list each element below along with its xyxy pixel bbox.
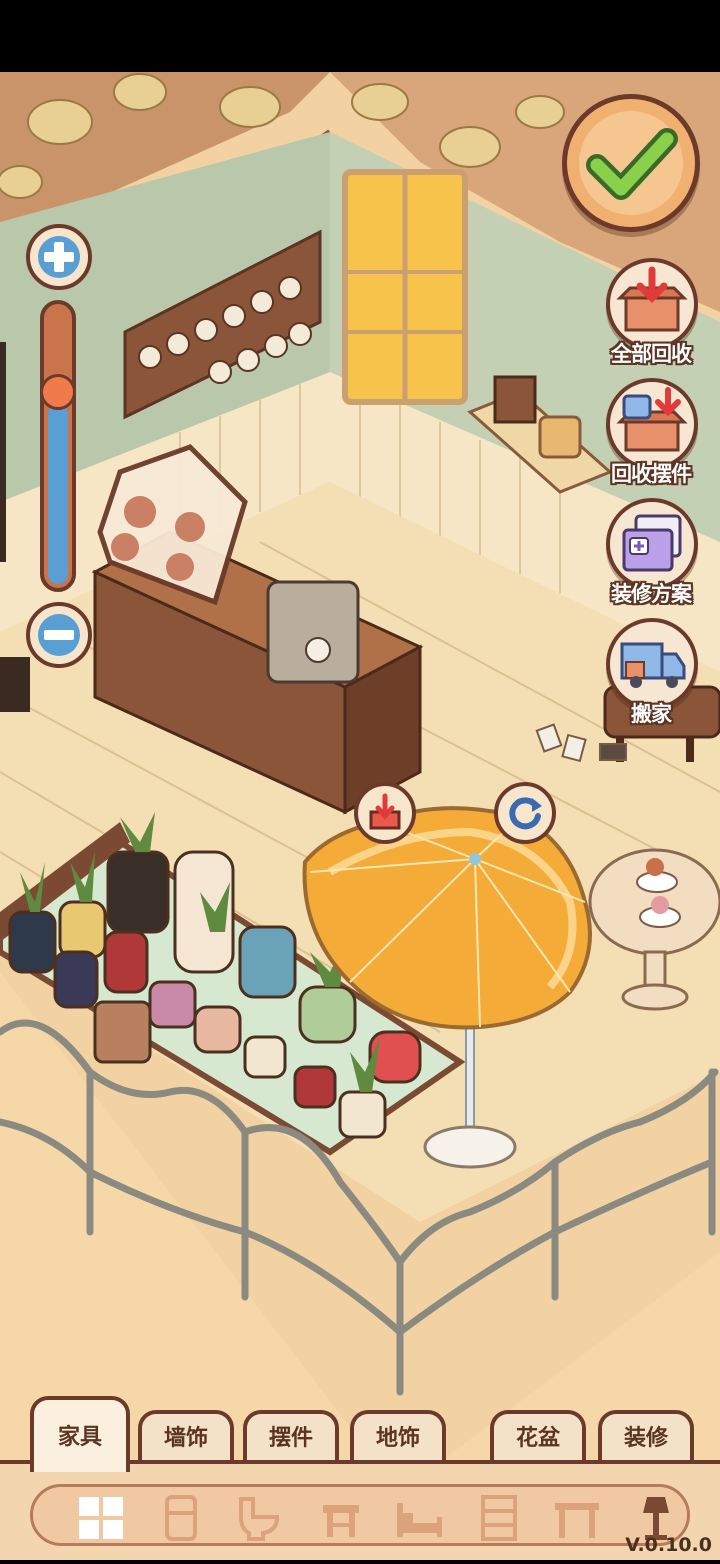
recycle-all-label: 全部回收	[611, 342, 692, 366]
version-label: V.0.10.0	[625, 1534, 712, 1556]
confirm-button[interactable]	[562, 94, 700, 232]
store-item-icon	[369, 793, 401, 830]
recycle-all-button[interactable]	[606, 258, 698, 350]
zoom-slider-handle[interactable]	[40, 374, 76, 410]
rotate-item-button[interactable]	[494, 782, 556, 844]
toilet-icon[interactable]	[233, 1495, 285, 1541]
desk-icon[interactable]	[551, 1495, 603, 1541]
box-download-icon	[616, 266, 688, 332]
plan-cards-icon	[622, 514, 682, 572]
category-bar	[30, 1484, 690, 1546]
cup-box-icon	[616, 387, 688, 452]
store-item-button[interactable]	[354, 782, 416, 844]
recycle-decor-button[interactable]	[606, 378, 698, 470]
decor-plan-label: 装修方案	[611, 582, 692, 606]
zoom-slider-track[interactable]	[40, 300, 76, 592]
zoom-in-button[interactable]	[26, 224, 92, 290]
plus-icon	[38, 236, 80, 278]
tab-furniture[interactable]: 家具	[30, 1396, 130, 1472]
recycle-decor-label: 回收摆件	[611, 462, 692, 486]
category-panel: V.0.10.0	[0, 1460, 720, 1560]
zoom-out-button[interactable]	[26, 602, 92, 668]
move-house-label: 搬家	[631, 702, 672, 726]
moving-truck-icon	[620, 642, 686, 688]
move-house-button[interactable]	[606, 618, 698, 710]
fridge-icon[interactable]	[155, 1495, 207, 1541]
cabinet-icon[interactable]	[473, 1495, 525, 1541]
decor-plan-button[interactable]	[606, 498, 698, 590]
minus-icon	[38, 614, 80, 656]
zoom-slider-fill	[48, 404, 68, 584]
checkmark-icon	[579, 111, 683, 215]
table-icon[interactable]	[315, 1495, 367, 1541]
grid-all-icon[interactable]	[75, 1495, 127, 1541]
rotate-icon	[509, 797, 542, 830]
bed-icon[interactable]	[393, 1495, 445, 1541]
